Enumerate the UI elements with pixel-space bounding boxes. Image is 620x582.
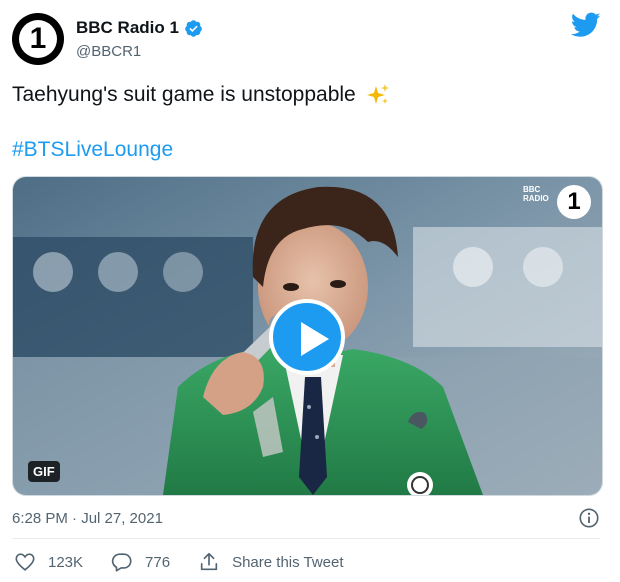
sparkles-icon bbox=[366, 84, 389, 104]
author-name-row[interactable]: BBC Radio 1 bbox=[76, 18, 203, 38]
tweet-body: Taehyung's suit game is unstoppable bbox=[12, 83, 356, 106]
share-button[interactable]: Share this Tweet bbox=[198, 551, 344, 573]
media-gif[interactable]: BBC RADIO 1 GIF bbox=[12, 176, 603, 496]
author-handle[interactable]: @BBCR1 bbox=[76, 43, 141, 60]
like-count: 123K bbox=[48, 553, 84, 571]
watermark-line2: RADIO bbox=[523, 194, 549, 203]
info-icon[interactable] bbox=[578, 507, 600, 529]
watermark-line1: BBC bbox=[523, 185, 541, 194]
watermark-number: 1 bbox=[567, 188, 581, 215]
timestamp-link[interactable]: 6:28 PM · Jul 27, 2021 bbox=[12, 510, 163, 527]
tweet-card: 1 BBC Radio 1 @BBCR1 Taehyung's suit gam… bbox=[0, 0, 620, 582]
reply-icon bbox=[111, 553, 132, 572]
share-icon bbox=[200, 552, 218, 571]
twitter-bird-icon[interactable] bbox=[571, 12, 601, 38]
reply-button[interactable]: 776 bbox=[111, 551, 170, 573]
verified-badge-icon bbox=[185, 19, 202, 37]
bbc-radio1-watermark: BBC RADIO 1 bbox=[519, 183, 595, 223]
divider bbox=[12, 538, 600, 539]
tweet-text: Taehyung's suit game is unstoppable bbox=[12, 83, 390, 107]
gif-badge: GIF bbox=[28, 461, 60, 482]
tweet-meta: 6:28 PM · Jul 27, 2021 bbox=[12, 507, 600, 529]
like-button[interactable]: 123K bbox=[14, 551, 83, 573]
avatar-glyph: 1 bbox=[29, 22, 47, 55]
heart-icon bbox=[15, 553, 35, 571]
share-label: Share this Tweet bbox=[232, 553, 344, 571]
author-display-name[interactable]: BBC Radio 1 bbox=[76, 18, 179, 38]
action-bar: 123K 776 Share this Tweet bbox=[14, 551, 372, 573]
avatar-logo: 1 bbox=[19, 20, 57, 58]
avatar[interactable]: 1 bbox=[12, 13, 64, 65]
play-icon[interactable] bbox=[269, 299, 345, 375]
reply-count: 776 bbox=[145, 553, 171, 571]
hashtag-link[interactable]: #BTSLiveLounge bbox=[12, 138, 173, 162]
